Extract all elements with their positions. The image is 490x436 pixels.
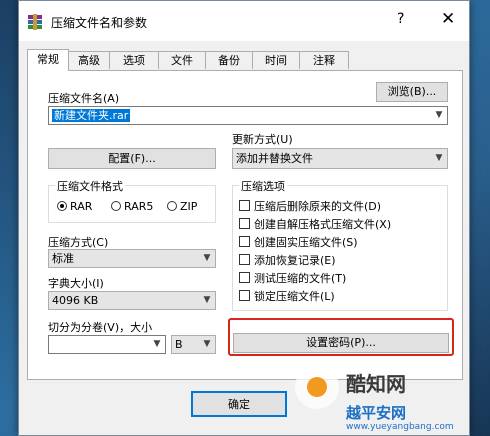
chevron-down-icon[interactable]: ▼ bbox=[201, 292, 213, 309]
tab-files[interactable]: 文件 bbox=[158, 51, 206, 69]
checkbox-icon bbox=[239, 200, 250, 211]
checkbox-icon bbox=[239, 254, 250, 265]
checkbox-icon bbox=[239, 290, 250, 301]
method-label: 压缩方式(C) bbox=[48, 236, 109, 249]
profile-button[interactable]: 配置(F)... bbox=[48, 148, 216, 169]
tab-general[interactable]: 常规 bbox=[27, 49, 69, 71]
chevron-down-icon[interactable]: ▼ bbox=[201, 250, 213, 267]
options-group: 压缩选项 压缩后删除原来的文件(D) 创建自解压格式压缩文件(X) 创建固实压缩… bbox=[232, 178, 448, 311]
checkbox-icon bbox=[239, 218, 250, 229]
format-rar-radio[interactable]: RAR bbox=[57, 200, 92, 213]
method-select[interactable]: 标准 ▼ bbox=[48, 249, 216, 268]
options-label: 压缩选项 bbox=[239, 178, 287, 194]
split-unit-select[interactable]: B ▼ bbox=[171, 335, 216, 354]
window-title: 压缩文件名和参数 bbox=[51, 16, 148, 30]
tab-options[interactable]: 选项 bbox=[109, 51, 159, 69]
tab-advanced[interactable]: 高级 bbox=[68, 51, 110, 69]
archive-name-value: 新建文件夹.rar bbox=[52, 109, 131, 122]
radio-checked-icon bbox=[57, 201, 67, 211]
chevron-down-icon[interactable]: ▼ bbox=[201, 336, 213, 353]
watermark-brand: 酷知网 bbox=[346, 372, 406, 396]
format-label: 压缩文件格式 bbox=[55, 178, 125, 194]
split-unit-value: B bbox=[175, 338, 183, 351]
watermark-url: www.yueyangbang.com bbox=[346, 422, 454, 432]
ok-button[interactable]: 确定 bbox=[191, 391, 287, 417]
archive-name-input[interactable]: 新建文件夹.rar ▼ bbox=[48, 106, 448, 125]
dict-select[interactable]: 4096 KB ▼ bbox=[48, 291, 216, 310]
chevron-down-icon[interactable]: ▼ bbox=[151, 336, 163, 353]
option-lock[interactable]: 锁定压缩文件(L) bbox=[239, 288, 335, 304]
option-recovery[interactable]: 添加恢复记录(E) bbox=[239, 252, 336, 268]
radio-empty-icon bbox=[167, 201, 177, 211]
option-delete-after[interactable]: 压缩后删除原来的文件(D) bbox=[239, 198, 381, 214]
browse-button[interactable]: 浏览(B)... bbox=[376, 82, 448, 102]
format-rar5-radio[interactable]: RAR5 bbox=[111, 200, 153, 213]
title-bar: 压缩文件名和参数 ? ✕ bbox=[19, 1, 469, 41]
help-button[interactable]: ? bbox=[397, 11, 404, 27]
winrar-icon bbox=[28, 14, 42, 30]
checkbox-icon bbox=[239, 272, 250, 283]
update-mode-select[interactable]: 添加并替换文件 ▼ bbox=[232, 148, 448, 169]
archive-name-label: 压缩文件名(A) bbox=[48, 92, 120, 105]
option-sfx[interactable]: 创建自解压格式压缩文件(X) bbox=[239, 216, 391, 232]
split-label: 切分为分卷(V)，大小 bbox=[48, 321, 153, 334]
close-button[interactable]: ✕ bbox=[441, 9, 455, 29]
chevron-down-icon[interactable]: ▼ bbox=[433, 107, 445, 124]
dict-label: 字典大小(I) bbox=[48, 277, 104, 290]
update-mode-label: 更新方式(U) bbox=[232, 133, 293, 146]
split-size-input[interactable]: ▼ bbox=[48, 335, 166, 354]
tab-time[interactable]: 时间 bbox=[252, 51, 300, 69]
watermark-sub: 越平安网 bbox=[346, 404, 407, 422]
tab-comment[interactable]: 注释 bbox=[299, 51, 349, 69]
general-panel: 压缩文件名(A) 浏览(B)... 新建文件夹.rar ▼ 更新方式(U) 配置… bbox=[27, 70, 463, 380]
tab-backup[interactable]: 备份 bbox=[205, 51, 253, 69]
set-password-button[interactable]: 设置密码(P)... bbox=[233, 333, 449, 353]
watermark: 酷知网 越平安网 www.yueyangbang.com bbox=[292, 360, 488, 436]
checkbox-icon bbox=[239, 236, 250, 247]
radio-empty-icon bbox=[111, 201, 121, 211]
watermark-logo-icon bbox=[295, 365, 339, 409]
option-solid[interactable]: 创建固实压缩文件(S) bbox=[239, 234, 358, 250]
format-zip-radio[interactable]: ZIP bbox=[167, 200, 197, 213]
chevron-down-icon[interactable]: ▼ bbox=[433, 149, 445, 168]
update-mode-value: 添加并替换文件 bbox=[236, 152, 313, 165]
format-group: 压缩文件格式 RAR RAR5 ZIP bbox=[48, 178, 216, 223]
dict-value: 4096 KB bbox=[52, 294, 99, 307]
method-value: 标准 bbox=[52, 252, 74, 265]
option-test[interactable]: 测试压缩的文件(T) bbox=[239, 270, 346, 286]
